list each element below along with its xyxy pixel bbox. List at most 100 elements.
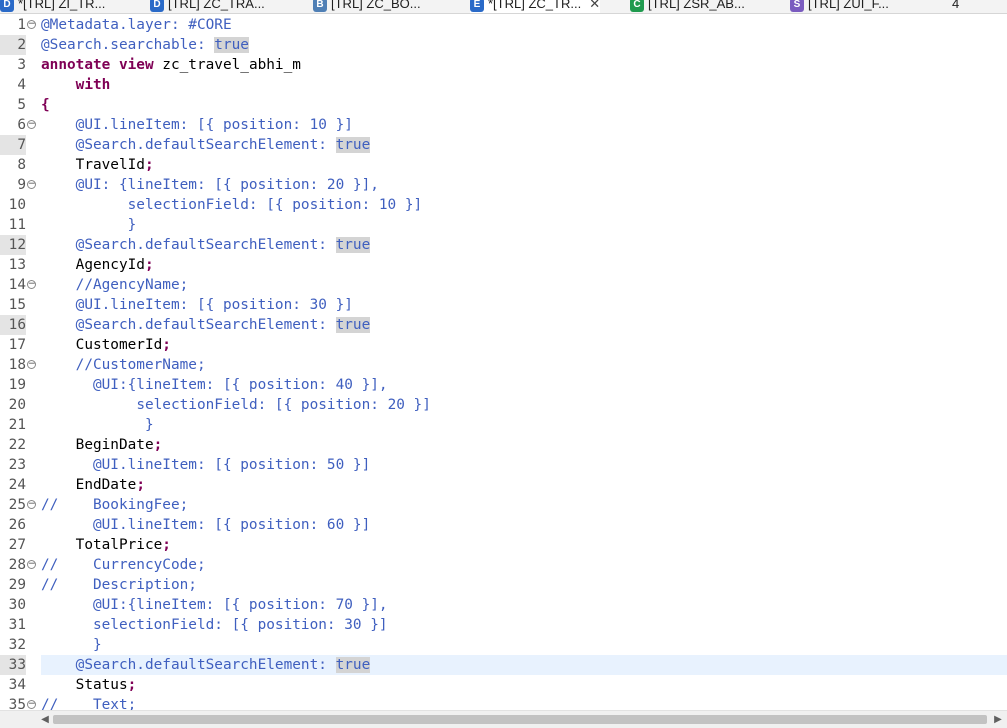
code-line[interactable]: 8 TravelId; bbox=[0, 155, 1007, 175]
code-token: @UI: {lineItem: [{ position: 20 }], bbox=[75, 177, 379, 193]
code-editor[interactable]: 1− @Metadata.layer: #CORE 2 @Search.searcha… bbox=[0, 15, 1007, 710]
fold-collapse-icon[interactable]: − bbox=[27, 700, 36, 709]
line-number: 7 bbox=[0, 135, 26, 155]
line-number: 15 bbox=[8, 297, 26, 313]
code-token: TravelId bbox=[41, 157, 145, 173]
code-text: @UI:{lineItem: [{ position: 40 }], bbox=[41, 375, 1007, 395]
code-token: @UI.lineItem: [{ position: 50 }] bbox=[92, 457, 371, 473]
editor-tab[interactable]: B [TRL] ZC_BO... bbox=[313, 0, 421, 13]
code-line[interactable]: 14− //AgencyName; bbox=[0, 275, 1007, 295]
code-token: } bbox=[144, 417, 154, 433]
code-line[interactable]: 30 @UI:{lineItem: [{ position: 70 }], bbox=[0, 595, 1007, 615]
tab-label: [TRL] ZSR_AB... bbox=[648, 0, 745, 11]
code-line[interactable]: 20 selectionField: [{ position: 20 }] bbox=[0, 395, 1007, 415]
line-number: 2 bbox=[0, 35, 26, 55]
editor-tab[interactable]: D [TRL] ZC_TRA... bbox=[150, 0, 265, 13]
scroll-right-icon[interactable]: ▶ bbox=[991, 713, 1005, 726]
line-number: 31 bbox=[8, 617, 26, 633]
tab-label: [TRL] ZUI_F... bbox=[808, 0, 889, 11]
code-line[interactable]: 18− //CustomerName; bbox=[0, 355, 1007, 375]
code-text: TotalPrice; bbox=[41, 535, 1007, 555]
code-token: // CurrencyCode; bbox=[41, 557, 206, 573]
close-icon[interactable]: ✕ bbox=[589, 0, 600, 11]
code-line[interactable]: 22 BeginDate; bbox=[0, 435, 1007, 455]
code-text: @Search.searchable: true bbox=[41, 35, 1007, 55]
code-text: EndDate; bbox=[41, 475, 1007, 495]
highlighted-occurrence: true bbox=[335, 317, 371, 333]
code-token: ; bbox=[144, 157, 154, 173]
code-line[interactable]: 26 @UI.lineItem: [{ position: 60 }] bbox=[0, 515, 1007, 535]
highlighted-occurrence: true bbox=[335, 237, 371, 253]
fold-collapse-icon[interactable]: − bbox=[27, 500, 36, 509]
code-line[interactable]: 34 Status; bbox=[0, 675, 1007, 695]
line-number: 24 bbox=[8, 477, 26, 493]
code-token: //AgencyName; bbox=[75, 277, 189, 293]
code-line[interactable]: 1− @Metadata.layer: #CORE bbox=[0, 15, 1007, 35]
fold-collapse-icon[interactable]: − bbox=[27, 20, 36, 29]
code-line[interactable]: 13 AgencyId; bbox=[0, 255, 1007, 275]
editor-tab[interactable]: D *[TRL] ZI_TR... bbox=[0, 0, 105, 13]
code-token: @UI:{lineItem: [{ position: 40 }], bbox=[92, 377, 388, 393]
code-text: BeginDate; bbox=[41, 435, 1007, 455]
line-number: 27 bbox=[8, 537, 26, 553]
editor-tab[interactable]: E *[TRL] ZC_TR... ✕ bbox=[470, 0, 601, 13]
editor-tab-bar: D *[TRL] ZI_TR... D [TRL] ZC_TRA... B [TRL] Z… bbox=[0, 0, 1007, 14]
editor-tab[interactable]: 4 bbox=[952, 0, 959, 13]
fold-collapse-icon[interactable]: − bbox=[27, 280, 36, 289]
scroll-left-icon[interactable]: ◀ bbox=[38, 713, 52, 726]
code-text: //CustomerName; bbox=[41, 355, 1007, 375]
code-text: @Search.defaultSearchElement: true bbox=[41, 235, 1007, 255]
class-icon: C bbox=[630, 0, 644, 12]
code-token: AgencyId bbox=[41, 257, 145, 273]
code-line[interactable]: 24 EndDate; bbox=[0, 475, 1007, 495]
code-line[interactable]: 16 @Search.defaultSearchElement: true bbox=[0, 315, 1007, 335]
code-line[interactable]: 17 CustomerId; bbox=[0, 335, 1007, 355]
code-line[interactable]: 5{ bbox=[0, 95, 1007, 115]
scrollbar-thumb[interactable] bbox=[53, 715, 987, 724]
code-line[interactable]: 21 } bbox=[0, 415, 1007, 435]
code-line[interactable]: 7 @Search.defaultSearchElement: true bbox=[0, 135, 1007, 155]
fold-collapse-icon[interactable]: − bbox=[27, 180, 36, 189]
code-line[interactable]: 12 @Search.defaultSearchElement: true bbox=[0, 235, 1007, 255]
code-line[interactable]: 6− @UI.lineItem: [{ position: 10 }] bbox=[0, 115, 1007, 135]
code-text: annotate view zc_travel_abhi_m bbox=[41, 55, 1007, 75]
code-line[interactable]: 10 selectionField: [{ position: 10 }] bbox=[0, 195, 1007, 215]
code-line[interactable]: 4 with bbox=[0, 75, 1007, 95]
code-token: @Search.searchable: bbox=[41, 37, 215, 53]
code-line[interactable]: 25−// BookingFee; bbox=[0, 495, 1007, 515]
code-line[interactable]: 3 annotate view zc_travel_abhi_m bbox=[0, 55, 1007, 75]
code-line[interactable]: 31 selectionField: [{ position: 30 }] bbox=[0, 615, 1007, 635]
fold-collapse-icon[interactable]: − bbox=[27, 120, 36, 129]
editor-tab[interactable]: C [TRL] ZSR_AB... bbox=[630, 0, 745, 13]
editor-tab[interactable]: S [TRL] ZUI_F... bbox=[790, 0, 889, 13]
code-token: @Search.defaultSearchElement: bbox=[75, 237, 336, 253]
code-line[interactable]: 27 TotalPrice; bbox=[0, 535, 1007, 555]
code-token: view bbox=[118, 57, 154, 73]
code-line[interactable]: 28−// CurrencyCode; bbox=[0, 555, 1007, 575]
code-line[interactable]: 15 @UI.lineItem: [{ position: 30 }] bbox=[0, 295, 1007, 315]
code-line[interactable]: 29 // Description; bbox=[0, 575, 1007, 595]
line-number: 10 bbox=[8, 197, 26, 213]
fold-collapse-icon[interactable]: − bbox=[27, 360, 36, 369]
line-number: 35 bbox=[8, 697, 26, 710]
code-line[interactable]: 11 } bbox=[0, 215, 1007, 235]
code-text: @UI.lineItem: [{ position: 60 }] bbox=[41, 515, 1007, 535]
tab-label: [TRL] ZC_BO... bbox=[331, 0, 421, 11]
code-line[interactable]: 33 @Search.defaultSearchElement: true bbox=[0, 655, 1007, 675]
code-text: with bbox=[41, 75, 1007, 95]
code-line[interactable]: 9− @UI: {lineItem: [{ position: 20 }], bbox=[0, 175, 1007, 195]
horizontal-scrollbar[interactable]: ◀ ▶ bbox=[0, 710, 1007, 728]
code-line[interactable]: 32 } bbox=[0, 635, 1007, 655]
code-token: with bbox=[75, 77, 111, 93]
code-line[interactable]: 23 @UI.lineItem: [{ position: 50 }] bbox=[0, 455, 1007, 475]
code-line[interactable]: 19 @UI:{lineItem: [{ position: 40 }], bbox=[0, 375, 1007, 395]
fold-collapse-icon[interactable]: − bbox=[27, 560, 36, 569]
code-line[interactable]: 2 @Search.searchable: true bbox=[0, 35, 1007, 55]
code-line[interactable]: 35−// Text; bbox=[0, 695, 1007, 710]
